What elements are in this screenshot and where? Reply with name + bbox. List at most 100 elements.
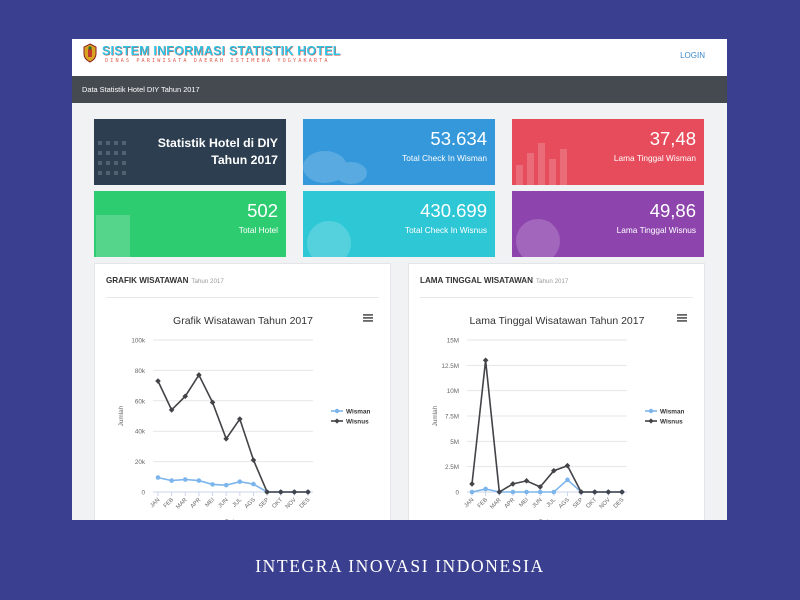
chart-title: Lama Tinggal Wisatawan Tahun 2017 <box>470 315 645 327</box>
panel-heading: LAMA TINGGAL WISATAWAN Tahun 2017 <box>420 276 568 285</box>
data-point-wisman <box>182 477 188 482</box>
x-tick-label: MEI <box>518 497 530 509</box>
data-point-wisnus <box>277 489 284 495</box>
x-tick-label: DES <box>613 497 626 510</box>
chart-menu-icon[interactable] <box>363 314 373 322</box>
tile-value: 502 <box>247 200 278 221</box>
title-tile: Statistik Hotel di DIY Tahun 2017 <box>94 119 286 185</box>
panel-heading-year: Tahun 2017 <box>536 278 569 285</box>
data-point-wisman <box>537 489 543 495</box>
data-point-wisman <box>565 477 570 483</box>
y-axis-title: Jumlah <box>432 405 439 426</box>
app-title: SISTEM INFORMASI STATISTIK HOTEL <box>102 44 341 58</box>
panel-heading-text: LAMA TINGGAL WISATAWAN <box>420 276 533 285</box>
tile-value: 37,48 <box>649 128 696 149</box>
chart-menu-icon[interactable] <box>677 314 687 322</box>
breadcrumb-bar: Data Statistik Hotel DIY Tahun 2017 <box>72 76 727 103</box>
x-tick-label: JUL <box>546 497 558 509</box>
panel-heading-text: GRAFIK WISATAWAN <box>106 276 189 285</box>
x-tick-label: SEP <box>258 497 271 510</box>
tile-label: Total Check In Wisnus <box>404 225 487 235</box>
title-tile-text: Statistik Hotel di DIY Tahun 2017 <box>158 135 278 169</box>
x-tick-label: JAN <box>463 497 475 509</box>
x-tick-label: FEB <box>477 497 489 509</box>
y-tick-label: 15M <box>447 338 459 345</box>
tile-value: 430.699 <box>420 200 487 221</box>
x-axis-title: Bulan <box>539 519 556 520</box>
x-tick-label: OKT <box>585 497 598 510</box>
legend-item-wisnus[interactable]: Wisnus <box>331 418 369 425</box>
x-tick-label: MAR <box>489 497 502 510</box>
tile-value: 49,86 <box>649 200 696 221</box>
data-point-wisman <box>510 489 516 495</box>
tile-lama-tinggal-wisnus: 49,86 Lama Tinggal Wisnus <box>512 191 704 257</box>
legend-marker-wisnus <box>334 418 340 424</box>
chart-title: Grafik Wisatawan Tahun 2017 <box>173 315 313 327</box>
panel-lama-tinggal: LAMA TINGGAL WISATAWAN Tahun 2017 Lama Ti… <box>408 263 705 520</box>
legend-item-wisman[interactable]: Wisman <box>645 408 685 415</box>
x-tick-label: APR <box>190 497 203 510</box>
data-point-wisman <box>524 489 529 495</box>
grid-dots-icon <box>98 141 126 175</box>
legend-label-wisnus: Wisnus <box>660 418 683 425</box>
app-window: SISTEM INFORMASI STATISTIK HOTEL DINAS P… <box>72 39 727 520</box>
title-tile-line1: Statistik Hotel di DIY <box>157 136 278 150</box>
data-point-wisman <box>237 479 243 484</box>
series-line-wisnus <box>471 360 622 494</box>
y-tick-label: 0 <box>455 490 459 497</box>
panel-heading: GRAFIK WISATAWAN Tahun 2017 <box>106 276 224 285</box>
data-point-wisman <box>169 478 174 483</box>
data-point-wisnus <box>305 489 311 495</box>
y-axis-title: Jumlah <box>118 405 125 426</box>
globe-icon <box>516 219 560 257</box>
tile-label: Lama Tinggal Wisman <box>613 153 696 163</box>
x-tick-label: AGS <box>558 497 571 510</box>
data-point-wisman <box>196 478 202 483</box>
y-tick-label: 12.5M <box>441 363 459 370</box>
x-tick-label: DES <box>299 497 312 510</box>
y-tick-label: 100k <box>131 338 146 345</box>
building-icon <box>96 215 130 257</box>
app-subtitle: DINAS PARIWISATA DAERAH ISTIMEWA YOGYAKA… <box>105 58 330 64</box>
tile-total-checkin-wisman: 53.634 Total Check In Wisman <box>303 119 495 185</box>
series-line-wisnus <box>157 373 308 493</box>
y-tick-label: 0 <box>141 490 145 497</box>
data-point-wisnus <box>155 378 161 384</box>
y-tick-label: 60k <box>135 398 146 405</box>
pie-icon <box>307 221 351 257</box>
tile-label: Lama Tinggal Wisnus <box>616 225 696 235</box>
x-tick-label: SEP <box>572 497 585 510</box>
tile-lama-tinggal-wisman: 37,48 Lama Tinggal Wisman <box>512 119 704 185</box>
data-point-wisnus <box>291 489 298 495</box>
chart-grafik-wisatawan: Grafik Wisatawan Tahun 2017 0 20k 40k 60k 80k… <box>118 314 373 520</box>
logo-emblem-icon <box>83 43 97 63</box>
legend-marker-wisman <box>334 408 340 414</box>
y-tick-label: 10M <box>447 388 459 395</box>
y-tick-label: 7.5M <box>445 414 459 421</box>
data-point-wisnus <box>482 357 489 364</box>
tile-value: 53.634 <box>430 128 487 149</box>
x-tick-label: JAN <box>149 497 161 509</box>
y-tick-label: 40k <box>135 429 146 436</box>
data-point-wisnus <box>469 481 475 487</box>
legend-item-wisnus[interactable]: Wisnus <box>645 418 683 425</box>
chat-bubble-icon <box>303 151 367 184</box>
x-tick-label: NOV <box>599 497 612 510</box>
data-point-wisman <box>155 475 161 480</box>
x-tick-label: OKT <box>271 497 284 510</box>
legend-label-wisnus: Wisnus <box>346 418 369 425</box>
panel-heading-year: Tahun 2017 <box>191 278 224 285</box>
series-line-wisman <box>471 478 622 493</box>
x-tick-label: FEB <box>163 497 175 509</box>
x-tick-label: JUN <box>217 497 229 509</box>
x-tick-label: JUN <box>531 497 543 509</box>
legend-item-wisman[interactable]: Wisman <box>331 408 371 415</box>
data-point-wisman <box>223 482 229 488</box>
series-line-wisman <box>157 476 308 493</box>
divider <box>420 297 693 298</box>
x-tick-label: JUL <box>232 497 244 509</box>
login-link[interactable]: LOGIN <box>680 51 705 60</box>
tile-total-hotel: 502 Total Hotel <box>94 191 286 257</box>
legend-marker-wisnus <box>648 418 654 424</box>
y-tick-label: 80k <box>135 368 146 375</box>
